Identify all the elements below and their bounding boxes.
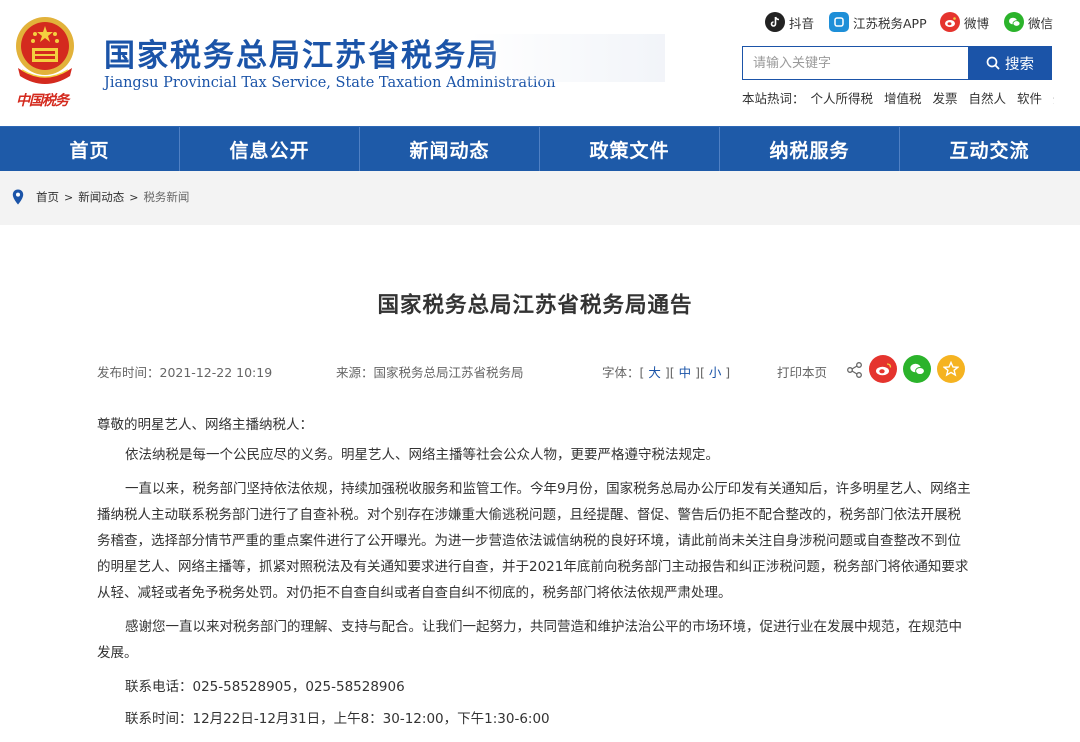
search-icon: [986, 56, 1000, 70]
search-input[interactable]: [742, 46, 969, 80]
location-pin-icon: [12, 189, 24, 205]
publish-time: 发布时间：2021-12-22 10:19: [97, 365, 273, 380]
emblem-calligraphy: 中国税务: [16, 93, 69, 109]
article-title: 国家税务总局江苏省税务局通告: [377, 293, 693, 318]
app-icon: [829, 12, 849, 32]
hot-word-item[interactable]: 增值税: [884, 91, 922, 106]
article-paragraph: 一直以来，税务部门坚持依法依规，持续加强税收服务和监管工作。今年9月份，国家税务…: [97, 481, 971, 601]
hot-word-item[interactable]: 个人所得税: [811, 91, 874, 106]
article-paragraph: 依法纳税是每一个公民应尽的义务。明星艺人、网络主播等社会公众人物，更要严格遵守税…: [125, 447, 719, 463]
breadcrumb-home[interactable]: 首页: [36, 189, 59, 205]
article-paragraph: 感谢您一直以来对税务部门的理解、支持与配合。让我们一起努力，共同营造和维护法治公…: [97, 619, 962, 661]
site-header: 中国税务 国家税务总局江苏省税务局 Jiangsu Provincial Tax…: [0, 0, 1080, 126]
search-button-label: 搜索: [1005, 56, 1034, 73]
breadcrumb: 首页 > 新闻动态 > 税务新闻: [12, 189, 189, 205]
breadcrumb-separator: >: [129, 190, 139, 204]
breadcrumb-bar: 首页 > 新闻动态 > 税务新闻: [0, 171, 1080, 225]
app-link[interactable]: 江苏税务APP: [829, 11, 927, 33]
search-button[interactable]: 搜索: [968, 46, 1052, 80]
hot-word-item[interactable]: 自然人: [969, 91, 1007, 106]
nav-tax-service[interactable]: 纳税服务: [720, 127, 899, 172]
share-weibo-icon[interactable]: [869, 355, 897, 383]
print-link[interactable]: 打印本页: [777, 362, 827, 381]
article-body: 尊敬的明星艺人、网络主播纳税人： 依法纳税是每一个公民应尽的义务。明星艺人、网络…: [97, 412, 973, 738]
weibo-link[interactable]: 微博: [940, 11, 989, 33]
tax-emblem-logo[interactable]: 中国税务: [12, 10, 78, 110]
wechat-link[interactable]: 微信: [1004, 11, 1053, 33]
font-large-link[interactable]: 大: [648, 365, 661, 380]
contact-time: 联系时间：12月22日-12月31日，上午8：30-12:00，下午1:30-6…: [125, 711, 550, 727]
douyin-icon: [765, 12, 785, 32]
share-icon[interactable]: [846, 361, 864, 379]
wechat-icon: [1004, 12, 1024, 32]
weibo-label: 微博: [964, 15, 990, 31]
font-small-link[interactable]: 小: [709, 365, 722, 380]
hot-words: 本站热词： 个人所得税 增值税 发票 自然人 软件 开: [742, 88, 1054, 106]
font-size-label: 字体：: [602, 365, 640, 380]
site-title[interactable]: 国家税务总局江苏省税务局: [104, 30, 500, 75]
main-nav: 首页 信息公开 新闻动态 政策文件 纳税服务 互动交流: [0, 126, 1080, 172]
nav-policy[interactable]: 政策文件: [540, 127, 719, 172]
breadcrumb-tax-news[interactable]: 税务新闻: [143, 189, 189, 205]
nav-interaction[interactable]: 互动交流: [900, 127, 1079, 172]
favorite-star-icon[interactable]: [937, 355, 965, 383]
douyin-label: 抖音: [789, 15, 815, 31]
article-greeting: 尊敬的明星艺人、网络主播纳税人：: [97, 417, 313, 433]
nav-news[interactable]: 新闻动态: [360, 127, 539, 172]
nav-info-disclosure[interactable]: 信息公开: [180, 127, 359, 172]
contact-phone: 联系电话：025-58528905，025-58528906: [125, 679, 405, 695]
nav-home[interactable]: 首页: [0, 127, 179, 172]
breadcrumb-separator: >: [64, 190, 74, 204]
app-label: 江苏税务APP: [853, 15, 927, 31]
share-wechat-icon[interactable]: [903, 355, 931, 383]
breadcrumb-news[interactable]: 新闻动态: [78, 189, 124, 205]
hot-word-item[interactable]: 开: [1053, 91, 1054, 106]
font-medium-link[interactable]: 中: [679, 365, 692, 380]
weibo-icon: [940, 12, 960, 32]
hot-word-item[interactable]: 软件: [1017, 91, 1042, 106]
hot-word-item[interactable]: 发票: [933, 91, 958, 106]
article-source: 来源：国家税务总局江苏省税务局: [336, 365, 524, 380]
wechat-label: 微信: [1028, 15, 1054, 31]
hot-words-label: 本站热词：: [742, 91, 805, 106]
font-size-controls: 字体：[ 大 ][ 中 ][ 小 ]: [602, 365, 731, 380]
douyin-link[interactable]: 抖音: [765, 11, 814, 33]
header-decoration: [470, 34, 665, 82]
